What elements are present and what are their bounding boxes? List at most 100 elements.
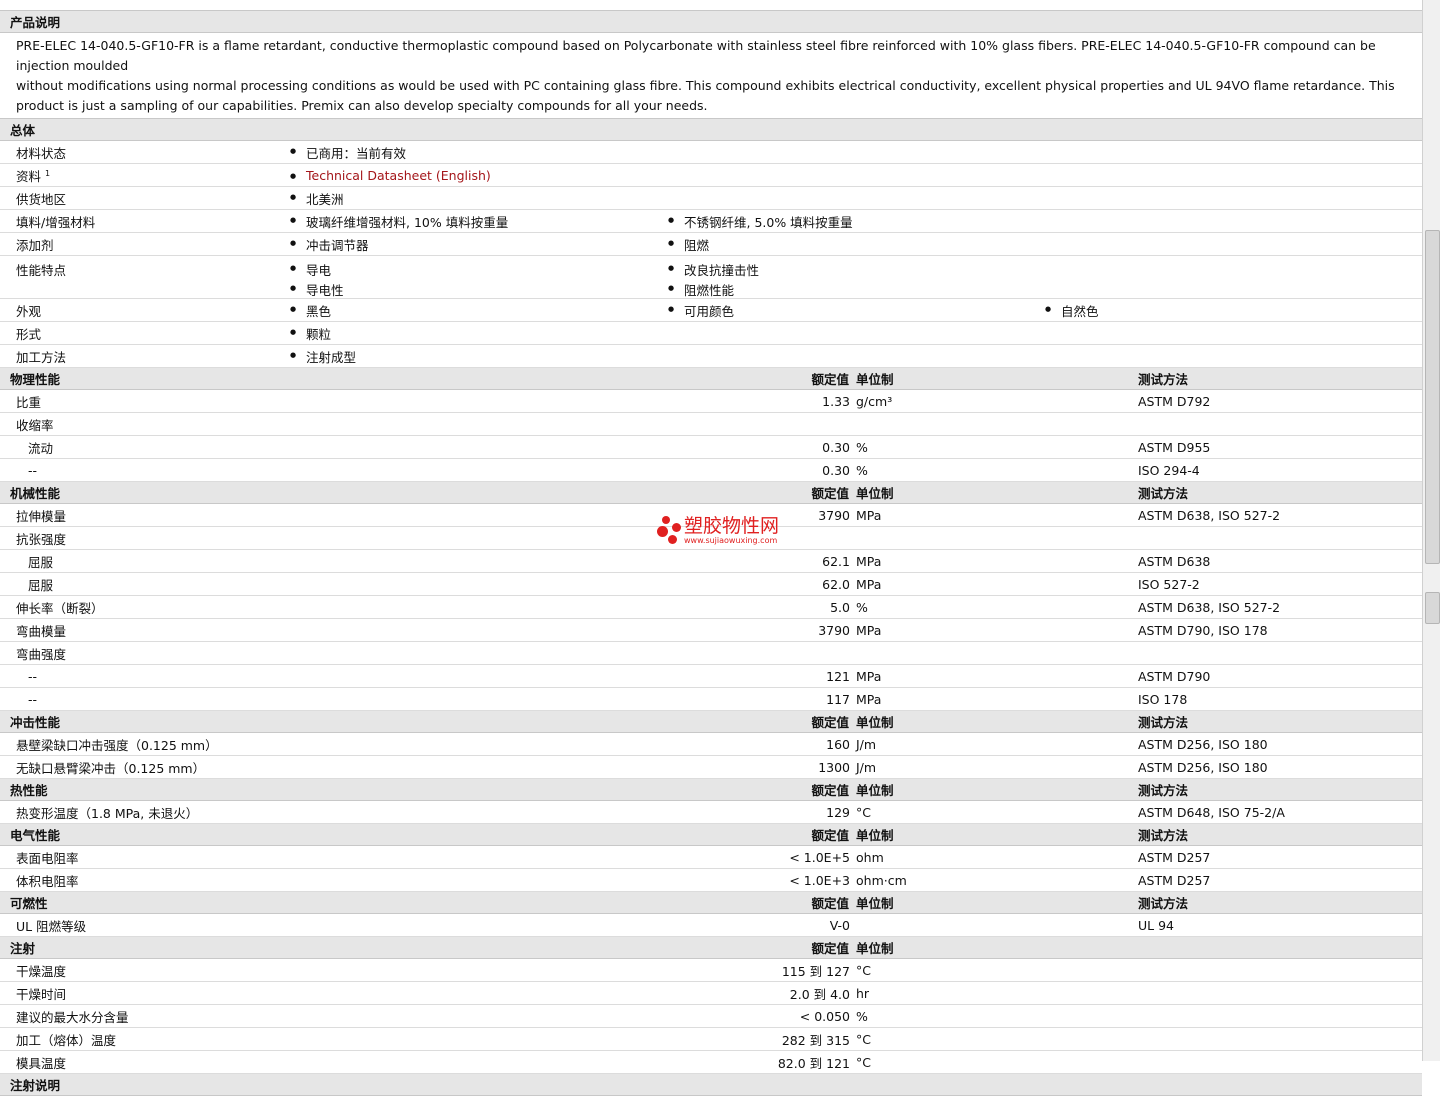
row-test: ASTM D257	[1138, 849, 1211, 865]
header-unit: 单位制	[856, 941, 894, 956]
header-value: 额定值	[811, 715, 849, 730]
row-label: 收缩率	[16, 417, 54, 433]
row-label: 弯曲模量	[16, 623, 67, 639]
row-unit: %	[856, 462, 868, 478]
row-label: 资料 1	[16, 168, 51, 184]
row-label: 干燥温度	[16, 963, 67, 979]
property-row: 热变形温度（1.8 MPa, 未退火） 129 °C ASTM D648, IS…	[0, 801, 1422, 824]
row-test: ISO 527-2	[1138, 576, 1200, 592]
general-row-additive: 添加剂 冲击调节器 阻燃	[0, 233, 1422, 256]
section-header-impact: 冲击性能 额定值 单位制 测试方法	[0, 711, 1422, 733]
row-label: 填料/增强材料	[16, 214, 96, 230]
general-row-form: 形式 颗粒	[0, 322, 1422, 345]
property-row: 体积电阻率 < 1.0E+3 ohm·cm ASTM D257	[0, 869, 1422, 892]
row-label: 屈服	[28, 554, 54, 570]
header-unit: 单位制	[856, 372, 894, 387]
row-test: ASTM D256, ISO 180	[1138, 736, 1268, 752]
datasheet-page: 产品说明 PRE-ELEC 14-040.5-GF10-FR is a flam…	[0, 0, 1422, 1096]
row-label: --	[28, 668, 38, 684]
header-unit: 单位制	[856, 486, 894, 501]
section-title: 可燃性	[10, 896, 48, 911]
row-unit: %	[856, 599, 868, 615]
property-row: 悬壁梁缺口冲击强度（0.125 mm） 160 J/m ASTM D256, I…	[0, 733, 1422, 756]
row-unit: MPa	[856, 553, 882, 569]
row-unit: ohm	[856, 849, 884, 865]
row-test: ASTM D257	[1138, 872, 1211, 888]
row-value: 115 到 127	[781, 963, 850, 979]
row-label: 干燥时间	[16, 986, 67, 1002]
header-unit: 单位制	[856, 783, 894, 798]
section-header-thermal: 热性能 额定值 单位制 测试方法	[0, 779, 1422, 801]
row-label: 无缺口悬臂梁冲击（0.125 mm）	[16, 760, 206, 776]
property-row: 弯曲模量 3790 MPa ASTM D790, ISO 178	[0, 619, 1422, 642]
header-value: 额定值	[811, 486, 849, 501]
section-title: 机械性能	[10, 486, 61, 501]
row-test: ASTM D638, ISO 527-2	[1138, 507, 1281, 523]
header-test: 测试方法	[1138, 828, 1189, 843]
row-value: 1.33	[822, 393, 850, 409]
general-row-method: 加工方法 注射成型	[0, 345, 1422, 368]
row-label: 抗张强度	[16, 531, 67, 547]
scrollbar-thumb-secondary[interactable]	[1425, 592, 1440, 624]
scrollbar-thumb[interactable]	[1425, 230, 1440, 564]
section-title: 总体	[10, 123, 36, 138]
property-row: 无缺口悬臂梁冲击（0.125 mm） 1300 J/m ASTM D256, I…	[0, 756, 1422, 779]
row-unit: hr	[856, 985, 870, 1001]
property-row: 弯曲强度	[0, 642, 1422, 665]
row-value: < 0.050	[799, 1008, 850, 1024]
bullet-value: 冲击调节器	[290, 235, 369, 254]
row-test: ASTM D790	[1138, 668, 1211, 684]
property-row: 流动 0.30 % ASTM D955	[0, 436, 1422, 459]
row-unit: °C	[856, 1054, 871, 1070]
row-unit: MPa	[856, 668, 882, 684]
section-header-physical: 物理性能 额定值 单位制 测试方法	[0, 368, 1422, 390]
property-row: 屈服 62.1 MPa ASTM D638	[0, 550, 1422, 573]
bullet-value: 玻璃纤维增强材料, 10% 填料按重量	[290, 212, 508, 231]
row-unit: °C	[856, 804, 871, 820]
section-header-general: 总体	[0, 119, 1422, 141]
footnote-marker: 1	[45, 168, 51, 178]
property-row: 干燥温度 115 到 127 °C	[0, 959, 1422, 982]
watermark-logo: 塑胶物性网 www.sujiaowuxing.com	[656, 514, 779, 546]
row-label: 外观	[16, 303, 42, 319]
section-title: 注射	[10, 941, 36, 956]
property-row: 比重 1.33 g/cm³ ASTM D792	[0, 390, 1422, 413]
row-label: 形式	[16, 326, 42, 342]
row-value: 0.30	[822, 462, 850, 478]
row-value: 3790	[818, 622, 850, 638]
row-unit: g/cm³	[856, 393, 893, 409]
property-row: -- 121 MPa ASTM D790	[0, 665, 1422, 688]
top-gap	[0, 0, 1422, 11]
section-title: 冲击性能	[10, 715, 61, 730]
row-label: 材料状态	[16, 145, 67, 161]
general-row-docs: 资料 1 Technical Datasheet (English)	[0, 164, 1422, 187]
general-row-region: 供货地区 北美洲	[0, 187, 1422, 210]
row-label: 热变形温度（1.8 MPa, 未退火）	[16, 805, 199, 821]
general-row-features: 性能特点 导电 改良抗撞击性 导电性 阻燃性能	[0, 256, 1422, 299]
bullet-value: 导电	[290, 260, 331, 279]
row-value: 82.0 到 121	[777, 1055, 850, 1071]
bullet-value: 黑色	[290, 301, 331, 320]
header-test: 测试方法	[1138, 715, 1189, 730]
general-row-status: 材料状态 已商用：当前有效	[0, 141, 1422, 164]
bullet-value: 阻燃性能	[668, 280, 734, 299]
vertical-scrollbar[interactable]	[1422, 0, 1440, 1061]
row-label: 体积电阻率	[16, 873, 79, 889]
row-label: 屈服	[28, 577, 54, 593]
bullet-value: 导电性	[290, 280, 344, 299]
property-row: 表面电阻率 < 1.0E+5 ohm ASTM D257	[0, 846, 1422, 869]
property-row: -- 117 MPa ISO 178	[0, 688, 1422, 711]
header-test: 测试方法	[1138, 896, 1189, 911]
section-header-product: 产品说明	[0, 11, 1422, 33]
description-line: product is just a sampling of our capabi…	[16, 98, 708, 113]
bullet-value: 不锈钢纤维, 5.0% 填料按重量	[668, 212, 853, 231]
section-title: 注射说明	[10, 1078, 61, 1093]
general-row-appearance: 外观 黑色 可用颜色 自然色	[0, 299, 1422, 322]
bullet-value: 阻燃	[668, 235, 709, 254]
property-row: UL 阻燃等级 V-0 UL 94	[0, 914, 1422, 937]
technical-datasheet-link[interactable]: Technical Datasheet (English)	[306, 168, 491, 183]
row-label: --	[28, 462, 38, 478]
section-header-injection: 注射 额定值 单位制	[0, 937, 1422, 959]
header-value: 额定值	[811, 828, 849, 843]
property-row: 建议的最大水分含量 < 0.050 %	[0, 1005, 1422, 1028]
